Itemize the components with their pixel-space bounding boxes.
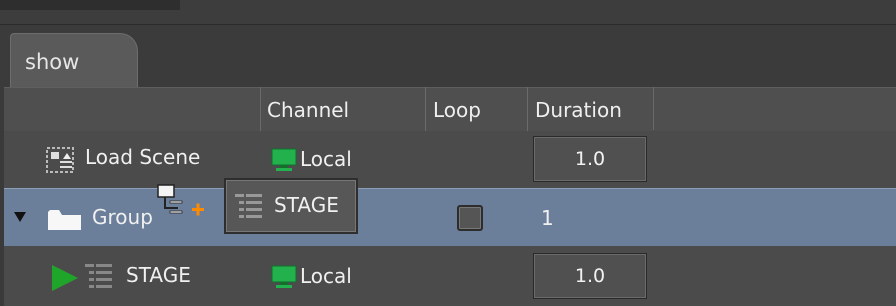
row-name: Load Scene (85, 145, 201, 169)
top-bar (0, 0, 896, 24)
duration-field[interactable]: 1.0 (533, 253, 647, 299)
table-row[interactable]: STAGE Local 1.0 (4, 246, 896, 306)
sequence-grid: Channel Loop Duration Load Scene Local 1… (4, 87, 896, 306)
insert-cursor-icon (157, 184, 204, 216)
column-divider (653, 87, 654, 130)
duration-value[interactable]: 1 (541, 206, 554, 230)
table-row[interactable]: Load Scene Local 1.0 (4, 131, 896, 189)
monitor-icon (271, 265, 297, 288)
top-bar-segment (0, 0, 180, 10)
stage-icon (85, 264, 112, 288)
load-scene-icon (46, 147, 74, 173)
tab-strip: show (0, 24, 896, 88)
play-icon[interactable] (51, 264, 79, 292)
tab-show[interactable]: show (10, 33, 138, 88)
stage-icon (235, 194, 262, 218)
header-loop[interactable]: Loop (426, 88, 481, 131)
loop-checkbox[interactable] (457, 205, 483, 231)
header-duration[interactable]: Duration (528, 88, 622, 131)
drag-ghost-label: STAGE (274, 193, 339, 217)
channel-value[interactable]: Local (300, 147, 352, 171)
channel-value[interactable]: Local (300, 264, 352, 288)
duration-field[interactable]: 1.0 (533, 136, 647, 182)
folder-icon (48, 210, 81, 230)
monitor-icon (271, 148, 297, 171)
header-channel[interactable]: Channel (260, 88, 349, 131)
drag-ghost: STAGE (224, 178, 358, 234)
expand-arrow-icon[interactable] (13, 211, 27, 223)
column-header-row: Channel Loop Duration (4, 87, 896, 132)
row-name: STAGE (126, 263, 191, 287)
row-name: Group (92, 205, 153, 229)
table-row-selected[interactable]: Group 1 (4, 188, 896, 247)
